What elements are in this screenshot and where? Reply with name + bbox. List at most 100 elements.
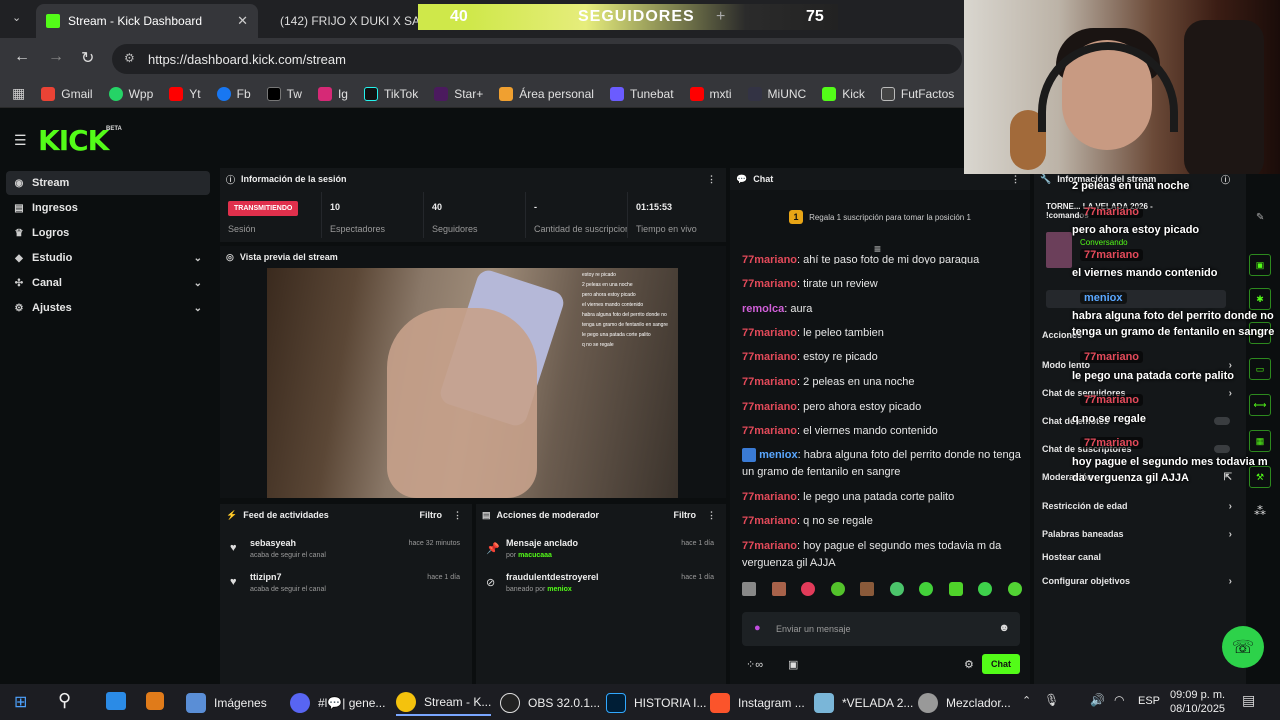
row-age-restriction[interactable]: Restricción de edad ›: [1042, 495, 1232, 517]
bookmark-tiktok[interactable]: TikTok: [363, 86, 418, 101]
tab-kick-dashboard[interactable]: Stream - Kick Dashboard ✕: [36, 4, 258, 38]
tab-list-chevron-icon[interactable]: ⌄: [12, 11, 21, 24]
gear-icon[interactable]: ⚙: [964, 658, 974, 671]
filter-button[interactable]: Filtro: [674, 510, 697, 520]
close-tab-icon[interactable]: ✕: [237, 13, 248, 29]
modaction-user[interactable]: meniox: [547, 586, 572, 593]
emote-icon[interactable]: [801, 582, 816, 596]
bookmark-area-personal[interactable]: Área personal: [499, 86, 594, 101]
bookmark-mxti[interactable]: mxti: [689, 86, 732, 101]
more-options-icon[interactable]: ⋮: [707, 174, 716, 185]
sidebar-item-canal[interactable]: ✣ Canal ⌄: [6, 271, 210, 295]
bookmark-fb[interactable]: Fb: [216, 86, 251, 101]
sidebar-item-logros[interactable]: ♛ Logros: [6, 221, 210, 245]
row-banned-words[interactable]: Palabras baneadas ›: [1042, 523, 1232, 545]
taskbar-item-photoshop[interactable]: HISTORIA I...: [606, 690, 706, 716]
chat-username[interactable]: 77mariano: [742, 376, 797, 388]
emote-icon[interactable]: [830, 582, 845, 596]
chat-message-input[interactable]: ● Enviar un mensaje ☻: [742, 612, 1020, 646]
chat-username[interactable]: 77mariano: [742, 515, 797, 527]
mic-icon[interactable]: ●: [754, 622, 761, 634]
tray-chevron-up-icon[interactable]: ⌃: [1022, 694, 1031, 707]
chat-username[interactable]: remolca: [742, 303, 784, 315]
chat-username[interactable]: 77mariano: [742, 401, 797, 413]
row-configure-goals[interactable]: Configurar objetivos ›: [1042, 570, 1232, 592]
emote-icon[interactable]: [978, 582, 993, 596]
support-chat-icon[interactable]: ☏: [1222, 626, 1264, 668]
explorer-app-icon[interactable]: [106, 692, 126, 710]
bookmark-yt[interactable]: Yt: [169, 86, 201, 101]
bookmark-tunebat[interactable]: Tunebat: [609, 86, 674, 101]
bookmark-ig[interactable]: Ig: [317, 86, 348, 101]
kick-logo[interactable]: KICK: [38, 124, 109, 157]
wifi-icon[interactable]: ◠: [1114, 693, 1124, 707]
bookmark-miunc[interactable]: MiUNC: [747, 86, 806, 101]
emote-icon[interactable]: [889, 582, 904, 596]
feed-user[interactable]: ttizipn7: [250, 572, 282, 582]
chat-username[interactable]: 77mariano: [742, 425, 797, 437]
feed-user[interactable]: sebasyeah: [250, 538, 296, 548]
volume-icon[interactable]: 🔊: [1090, 693, 1105, 707]
more-options-icon[interactable]: ⋮: [453, 510, 462, 521]
back-icon[interactable]: ←: [14, 48, 30, 66]
notifications-icon[interactable]: ▤: [1242, 692, 1255, 709]
taskbar-item-chrome[interactable]: Stream - K...: [396, 690, 492, 716]
gift-icon[interactable]: ▣: [788, 658, 798, 671]
filter-button[interactable]: Filtro: [420, 510, 443, 520]
search-icon[interactable]: ⚲: [58, 690, 71, 711]
apps-grid-icon[interactable]: ▦: [12, 85, 25, 102]
emote-icon[interactable]: [860, 582, 875, 596]
chat-username[interactable]: 77mariano: [742, 351, 797, 363]
users-icon[interactable]: ⁘∞: [746, 658, 763, 671]
sidebar-item-stream[interactable]: ◉ Stream: [6, 171, 210, 195]
sidebar-item-ajustes[interactable]: ⚙ Ajustes ⌄: [6, 296, 210, 320]
more-options-icon[interactable]: ⋮: [1011, 174, 1020, 185]
chat-username[interactable]: 77mariano: [742, 254, 797, 264]
chat-username[interactable]: 77mariano: [742, 491, 797, 503]
forward-icon[interactable]: →: [48, 48, 64, 66]
site-info-icon[interactable]: ⚙: [124, 51, 135, 65]
emoji-icon[interactable]: ☻: [998, 622, 1010, 634]
bookmark-wpp[interactable]: Wpp: [108, 86, 153, 101]
bookmark-gmail[interactable]: Gmail: [41, 86, 93, 101]
url-field[interactable]: ⚙ https://dashboard.kick.com/stream: [112, 44, 962, 74]
emote-icon[interactable]: [919, 582, 934, 596]
microphone-icon[interactable]: 🎙: [1044, 693, 1059, 707]
chat-username[interactable]: 77mariano: [742, 278, 797, 290]
bookmark-kick[interactable]: Kick: [822, 86, 865, 101]
send-chat-button[interactable]: Chat: [982, 654, 1020, 674]
bookmark-starplus[interactable]: Star+: [434, 86, 483, 101]
taskbar-item-brave[interactable]: Instagram ...: [710, 690, 805, 716]
sidebar-item-ingresos[interactable]: ▤ Ingresos: [6, 196, 210, 220]
windows-start-icon[interactable]: ⊞: [14, 692, 27, 712]
emote-icon[interactable]: [1007, 582, 1022, 596]
chat-username[interactable]: 77mariano: [742, 327, 797, 339]
chat-username[interactable]: meniox: [759, 449, 798, 461]
modaction-title[interactable]: fraudulentdestroyerel: [506, 572, 599, 582]
taskbar-item-imagenes[interactable]: Imágenes: [186, 690, 267, 716]
modaction-user[interactable]: macucaaa: [518, 552, 552, 559]
emote-icon[interactable]: [948, 582, 963, 596]
new-tab-plus-icon[interactable]: +: [716, 8, 725, 26]
reload-icon[interactable]: ↻: [81, 48, 94, 68]
emote-icon[interactable]: [742, 582, 756, 596]
menu-icon[interactable]: ☰: [14, 132, 27, 149]
taskbar-item-obs[interactable]: OBS 32.0.1...: [500, 690, 600, 716]
bookmark-tw[interactable]: Tw: [266, 86, 302, 101]
gift-sub-leaderboard[interactable]: 1 Regala 1 suscripción para tomar la pos…: [730, 202, 1030, 232]
more-options-icon[interactable]: ⋮: [707, 510, 716, 521]
bookmark-futfactos[interactable]: FutFactos: [880, 86, 954, 101]
fl-studio-icon[interactable]: [146, 692, 164, 710]
taskbar-item-mezclador[interactable]: Mezclador...: [918, 690, 1011, 716]
tab-youtube[interactable]: (142) FRIJO X DUKI X SAN: [262, 4, 422, 38]
sidebar-item-estudio[interactable]: ◆ Estudio ⌄: [6, 246, 210, 270]
share-icon[interactable]: ⁂: [1254, 504, 1266, 518]
taskbar-item-discord[interactable]: #l💬| gene...: [290, 690, 385, 716]
row-host-channel[interactable]: Hostear canal: [1042, 546, 1232, 568]
stream-preview-video[interactable]: estoy re picado 2 peleas en una noche pe…: [267, 268, 678, 498]
language-indicator[interactable]: ESP: [1138, 695, 1160, 707]
chat-username[interactable]: 77mariano: [742, 540, 797, 552]
taskbar-item-velada[interactable]: *VELADA 2...: [814, 690, 913, 716]
emote-icon[interactable]: [771, 582, 786, 596]
system-clock[interactable]: 09:09 p. m. 08/10/2025: [1170, 688, 1225, 716]
